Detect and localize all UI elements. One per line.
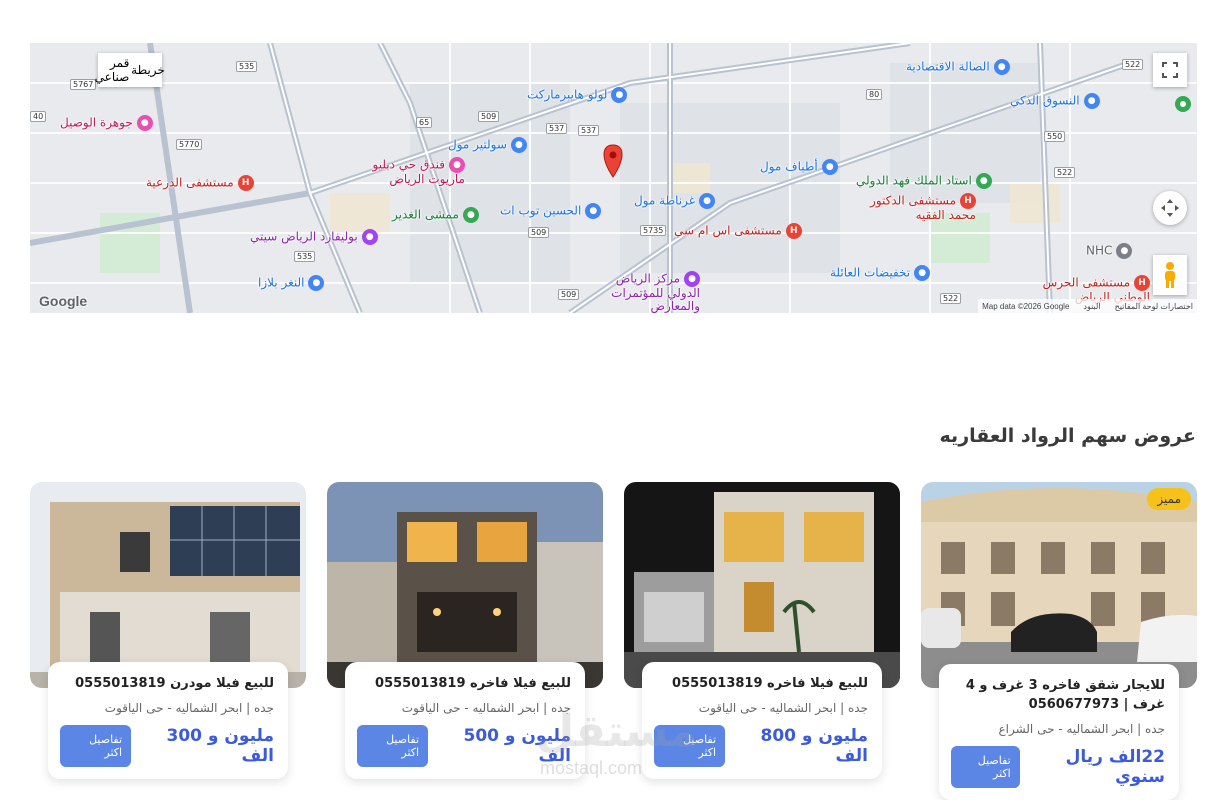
shopping-bag-icon: ● [914, 265, 931, 281]
terms-link[interactable]: البنود [1083, 302, 1100, 311]
shopping-bag-icon: ● [308, 275, 325, 291]
hospital-icon: H [785, 223, 802, 239]
featured-badge: مميز [1147, 488, 1191, 510]
map-place-label[interactable]: ●استاد الملك فهد الدولي [856, 173, 992, 189]
watermark-url: mostaql.com [540, 758, 643, 778]
hospital-icon: H [960, 193, 976, 209]
map-place-label[interactable]: Hمستشفى الدكتور محمد الفقيه [866, 193, 976, 222]
property-price: مليون و 300 الف [166, 726, 274, 766]
shopping-bag-icon: ● [699, 193, 716, 209]
road-shield: 522 [1054, 167, 1076, 178]
park-icon: ● [462, 207, 479, 223]
map-place-label[interactable]: ●لولو هايبرماركت [527, 87, 628, 103]
property-card[interactable]: للبيع فيلا مودرن 0555013819 جده | ابحر ا… [30, 482, 306, 792]
road-shield: 40 [30, 111, 47, 122]
airport-icon: ● [993, 59, 1010, 75]
property-location: جده | ابحر الشماليه - حى الياقوت [104, 701, 274, 715]
map-place-label[interactable]: ●غرناطة مول [634, 193, 716, 209]
map-place-label[interactable]: ●الحسين توب ات [500, 203, 602, 219]
map-place-label[interactable]: ●NHC [1086, 243, 1133, 259]
property-price: مليون و 800 الف [760, 726, 868, 766]
property-photo[interactable] [921, 482, 1197, 688]
map-place-label[interactable]: Hمستشفى اس ام سي [674, 223, 802, 239]
property-card[interactable]: مميز للايجار شقق فاخره 3 غرف و 4 غرف | 0… [921, 482, 1197, 800]
move-arrows-icon [1161, 199, 1179, 217]
property-price: 22الف ريال سنوي [1065, 747, 1165, 787]
fullscreen-button[interactable] [1153, 53, 1187, 87]
location-map[interactable]: ●لولو هايبرماركت ●الصالة الاقتصادية ●الن… [30, 43, 1197, 313]
hospital-icon: H [1134, 275, 1150, 291]
property-photo[interactable] [327, 482, 603, 688]
shopping-bag-icon: ● [1083, 93, 1100, 109]
details-button[interactable]: تفاصيل اكثر [357, 725, 429, 767]
property-location: جده | ابحر الشماليه - حى الشراع [998, 722, 1165, 736]
hospital-icon: H [237, 175, 254, 191]
road-shield: 5767 [70, 79, 97, 90]
road-shield: 535 [294, 251, 316, 262]
details-button[interactable]: تفاصيل اكثر [951, 746, 1020, 788]
road-shield: 509 [558, 289, 580, 300]
map-place-label[interactable]: ●الصالة الاقتصادية [906, 59, 1010, 75]
map-place-label[interactable]: ●النسوق الذكي [1010, 93, 1100, 109]
road-shield: 522 [1122, 59, 1144, 70]
shopping-bag-icon: ● [510, 137, 527, 153]
map-place-label[interactable]: ●النغر بلازا [258, 275, 325, 291]
diamond-icon: ● [136, 115, 153, 131]
road-shield: 5770 [176, 139, 203, 150]
property-title[interactable]: للبيع فيلا فاخره 0555013819 [357, 674, 571, 693]
place-icon: ● [1116, 243, 1133, 259]
google-logo: Google [39, 293, 88, 309]
satellite-tab[interactable]: قمر صناعي [95, 53, 130, 87]
property-title[interactable]: للبيع فيلا فاخره 0555013819 [654, 674, 868, 693]
map-tab[interactable]: خريطة [131, 53, 165, 87]
property-title[interactable]: للايجار شقق فاخره 3 غرف و 4 غرف | 056067… [951, 676, 1165, 714]
property-info: للايجار شقق فاخره 3 غرف و 4 غرف | 056067… [939, 664, 1179, 800]
map-type-control[interactable]: قمر صناعي خريطة [95, 53, 165, 87]
camera-icon: ● [361, 229, 378, 245]
map-place-label[interactable]: Hمستشفى الدرعية [146, 175, 254, 191]
map-place-label[interactable]: ●تخفيضات العائلة [830, 265, 931, 281]
map-place-label[interactable]: ●بوليفارد الرياض سيتي [250, 229, 378, 245]
road-shield: 537 [578, 125, 600, 136]
property-photo[interactable] [624, 482, 900, 688]
camera-icon: ● [684, 271, 700, 287]
road-shield: 535 [236, 61, 258, 72]
road-shield: 509 [528, 227, 550, 238]
watermark-logo: مستقل [536, 706, 697, 757]
green-place-icon [1175, 96, 1191, 112]
pegman-icon [1165, 262, 1175, 288]
shopping-bag-icon: ● [585, 203, 602, 219]
camera-control-button[interactable] [1153, 191, 1187, 225]
road-shield: 65 [416, 117, 433, 128]
hotel-icon: ● [449, 157, 465, 173]
cart-icon: ● [611, 87, 628, 103]
road-shield: 5735 [640, 225, 667, 236]
road-shield: 80 [866, 89, 883, 100]
road-shield: 522 [940, 293, 962, 304]
map-place-label[interactable]: ●سولتير مول [448, 137, 527, 153]
street-view-button[interactable] [1153, 255, 1187, 295]
section-title: عروض سهم الرواد العقاريه [939, 425, 1196, 447]
property-photo[interactable] [30, 482, 306, 688]
map-side-icon [1169, 87, 1197, 121]
map-place-label[interactable]: ●ممشى الغدير [392, 207, 479, 223]
property-info: للبيع فيلا مودرن 0555013819 جده | ابحر ا… [48, 662, 288, 779]
map-attribution: Map data ©2026 Google البنود اختصارات لو… [978, 299, 1197, 313]
map-place-label[interactable]: ●أطياف مول [760, 159, 838, 175]
property-title[interactable]: للبيع فيلا مودرن 0555013819 [60, 674, 274, 693]
map-place-label[interactable]: ●جوهرة الوصيل [60, 115, 153, 131]
map-place-label[interactable]: ●فندق حي دبليو ماريوت الرياض [355, 157, 465, 186]
road-shield: 509 [478, 111, 500, 122]
keyboard-shortcuts-link[interactable]: اختصارات لوحة المفاتيح [1115, 302, 1193, 311]
road-shield: 550 [1044, 131, 1066, 142]
road-shield: 537 [546, 123, 568, 134]
fullscreen-icon [1162, 62, 1178, 78]
details-button[interactable]: تفاصيل اكثر [60, 725, 132, 767]
shopping-bag-icon: ● [821, 159, 838, 175]
map-place-label[interactable]: ●مركز الرياض الدولي للمؤتمرات والمعارض [590, 271, 700, 313]
stadium-icon: ● [975, 173, 992, 189]
